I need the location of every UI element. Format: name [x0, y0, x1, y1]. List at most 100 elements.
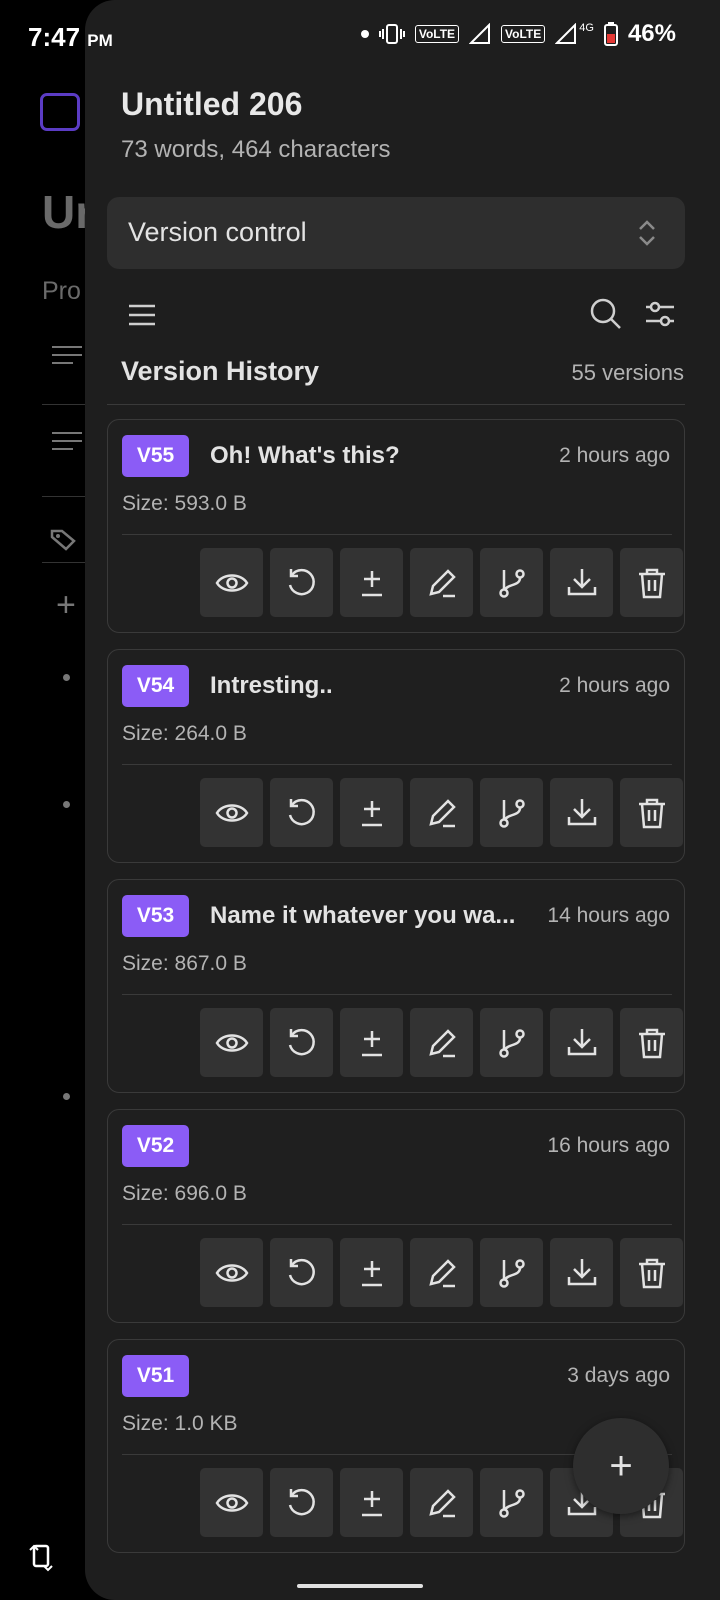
signal-icon: [469, 23, 491, 44]
version-size: Size: 867.0 B: [122, 952, 247, 975]
view-button[interactable]: [200, 1468, 263, 1537]
version-history-title: Version History: [121, 356, 320, 386]
version-timestamp: 3 days ago: [567, 1364, 670, 1387]
chevron-updown-icon: [639, 220, 655, 246]
rename-button[interactable]: [410, 778, 473, 847]
restore-icon: [288, 798, 315, 825]
download-button[interactable]: [550, 1008, 613, 1077]
bullet-icon: [63, 1093, 70, 1100]
version-actions: [200, 1238, 683, 1307]
signal-icon: [555, 23, 577, 44]
diff-button[interactable]: [340, 778, 403, 847]
view-button[interactable]: [200, 1238, 263, 1307]
view-button[interactable]: [200, 1008, 263, 1077]
search-icon[interactable]: [589, 297, 623, 331]
version-timestamp: 14 hours ago: [547, 904, 670, 927]
delete-button[interactable]: [620, 548, 683, 617]
delete-button[interactable]: [620, 778, 683, 847]
rename-button[interactable]: [410, 1238, 473, 1307]
version-actions: [200, 778, 683, 847]
branch-icon: [498, 1028, 525, 1058]
branch-icon: [498, 568, 525, 598]
gesture-nav-handle[interactable]: [297, 1584, 423, 1588]
battery-percent: 46%: [627, 20, 676, 47]
view-button[interactable]: [200, 778, 263, 847]
download-button[interactable]: [550, 1238, 613, 1307]
restore-button[interactable]: [270, 1238, 333, 1307]
filter-sliders-icon[interactable]: [644, 298, 676, 330]
view-icon: [215, 803, 248, 822]
add-icon[interactable]: +: [56, 588, 76, 622]
diff-button[interactable]: [340, 1008, 403, 1077]
diff-icon: [361, 570, 382, 596]
download-icon: [567, 1028, 596, 1055]
header-divider: [107, 404, 685, 405]
volte-badge: VoLTE: [414, 25, 460, 43]
version-name: Name it whatever you wa...: [210, 902, 516, 929]
clock: 7:47 PM: [28, 22, 113, 52]
list-icon: [52, 346, 82, 370]
view-button[interactable]: [200, 548, 263, 617]
add-version-button[interactable]: +: [573, 1418, 669, 1514]
version-timestamp: 2 hours ago: [559, 674, 670, 697]
bullet-icon: [63, 801, 70, 808]
version-card[interactable]: V55 Oh! What's this? 2 hours ago Size: 5…: [107, 419, 685, 633]
version-badge: V52: [122, 1125, 189, 1167]
restore-button[interactable]: [270, 548, 333, 617]
delete-button[interactable]: [620, 1008, 683, 1077]
menu-icon[interactable]: [127, 300, 157, 330]
version-badge: V55: [122, 435, 189, 477]
diff-button[interactable]: [340, 1238, 403, 1307]
branch-button[interactable]: [480, 1238, 543, 1307]
sidebar-toggle-icon[interactable]: [40, 93, 80, 131]
view-icon: [215, 1263, 248, 1282]
plus-icon: +: [609, 1444, 633, 1488]
diff-button[interactable]: [340, 1468, 403, 1537]
version-badge: V51: [122, 1355, 189, 1397]
download-button[interactable]: [550, 548, 613, 617]
background-subtitle: Pro: [42, 277, 81, 305]
version-name: Intresting..: [210, 672, 333, 699]
branch-icon: [498, 1488, 525, 1518]
status-icons: VoLTE VoLTE 4G 46%: [360, 20, 676, 48]
restore-icon: [288, 1028, 315, 1055]
version-badge: V54: [122, 665, 189, 707]
download-button[interactable]: [550, 778, 613, 847]
version-list: V55 Oh! What's this? 2 hours ago Size: 5…: [107, 419, 685, 1569]
view-select[interactable]: Version control: [107, 197, 685, 269]
view-select-value: Version control: [128, 217, 307, 247]
download-icon: [567, 1258, 596, 1285]
version-name: Oh! What's this?: [210, 442, 400, 469]
version-timestamp: 2 hours ago: [559, 444, 670, 467]
bullet-icon: [63, 674, 70, 681]
restore-icon: [288, 1258, 315, 1285]
branch-button[interactable]: [480, 548, 543, 617]
battery-icon: [603, 22, 618, 46]
version-card[interactable]: V54 Intresting.. 2 hours ago Size: 264.0…: [107, 649, 685, 863]
rename-icon: [428, 798, 456, 827]
restore-icon: [288, 568, 315, 595]
branch-button[interactable]: [480, 1008, 543, 1077]
vibrate-icon: [378, 24, 405, 44]
rename-button[interactable]: [410, 548, 473, 617]
diff-button[interactable]: [340, 548, 403, 617]
delete-icon: [638, 1258, 665, 1288]
card-divider: [122, 534, 672, 535]
restore-button[interactable]: [270, 1468, 333, 1537]
rename-button[interactable]: [410, 1008, 473, 1077]
view-icon: [215, 1033, 248, 1052]
rotate-screen-icon[interactable]: [28, 1540, 54, 1572]
branch-button[interactable]: [480, 1468, 543, 1537]
volte-badge: VoLTE: [501, 25, 546, 43]
version-size: Size: 1.0 KB: [122, 1412, 238, 1435]
delete-icon: [638, 1028, 665, 1058]
restore-button[interactable]: [270, 1008, 333, 1077]
version-card[interactable]: V53 Name it whatever you wa... 14 hours …: [107, 879, 685, 1093]
delete-button[interactable]: [620, 1238, 683, 1307]
notification-dot-icon: [360, 30, 369, 38]
branch-button[interactable]: [480, 778, 543, 847]
version-card[interactable]: V52 16 hours ago Size: 696.0 B: [107, 1109, 685, 1323]
card-divider: [122, 994, 672, 995]
restore-button[interactable]: [270, 778, 333, 847]
rename-button[interactable]: [410, 1468, 473, 1537]
